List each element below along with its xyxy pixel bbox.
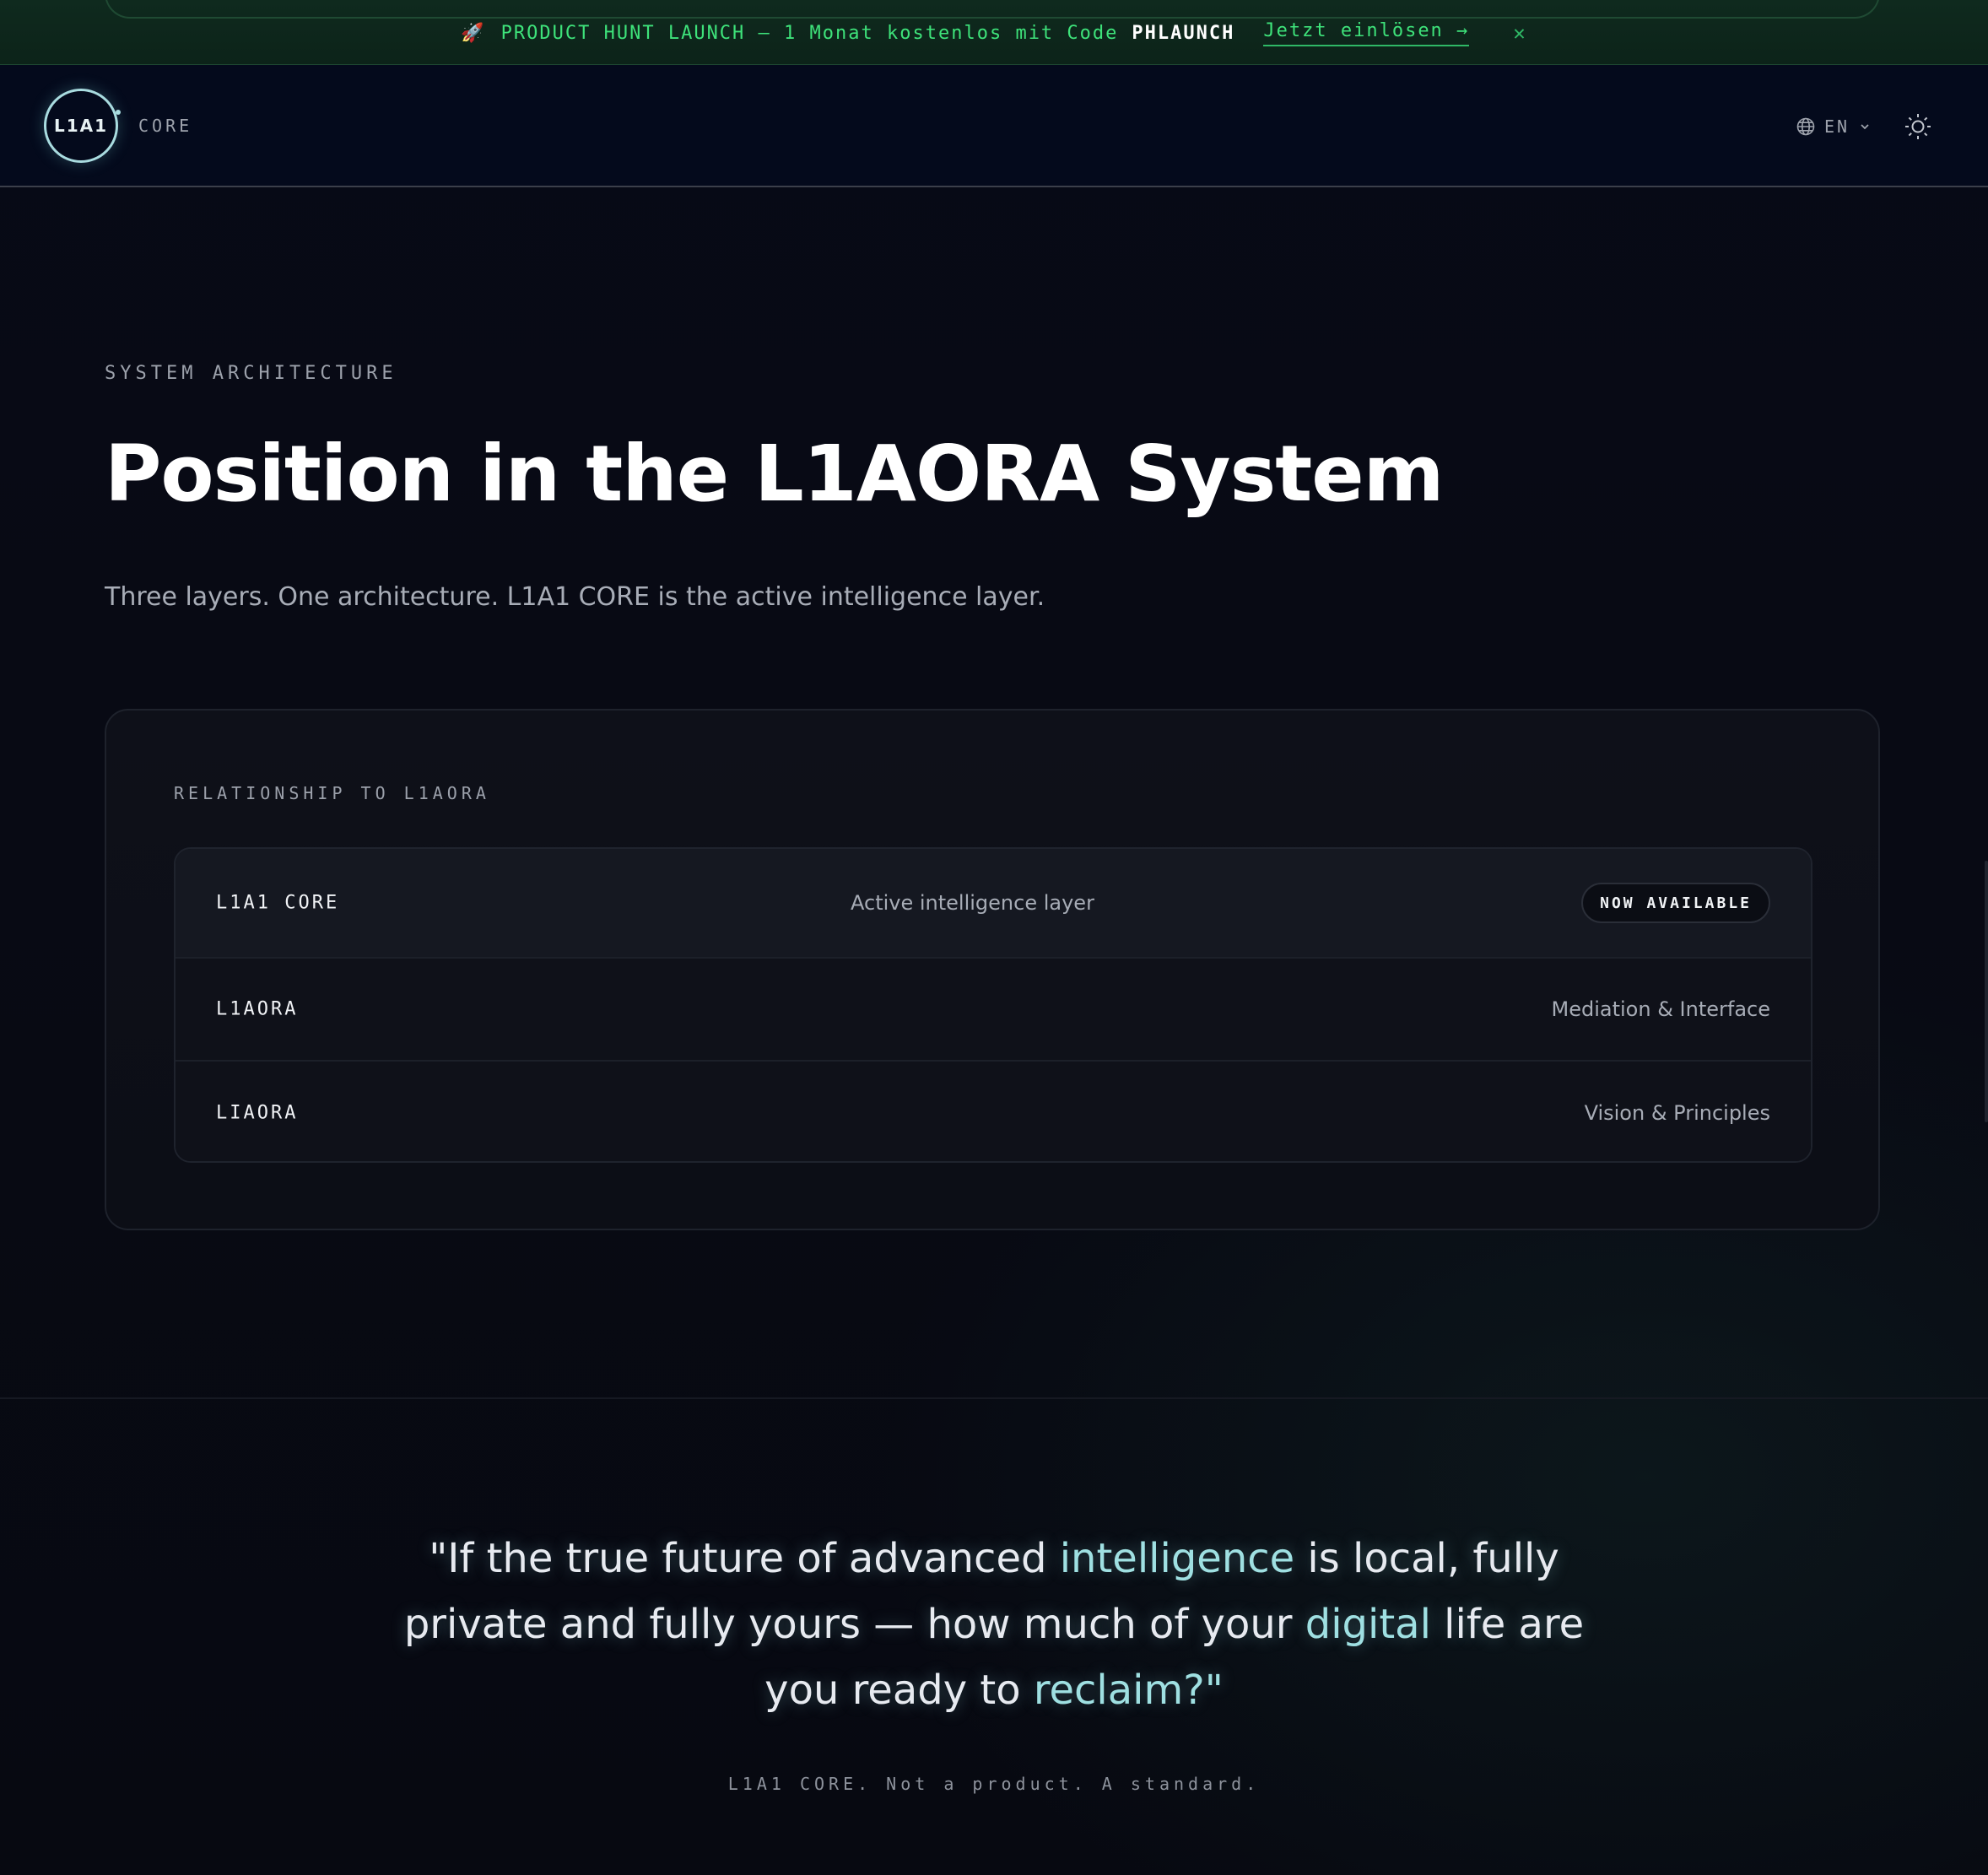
- promo-banner: 🚀 PRODUCT HUNT LAUNCH — 1 Monat kostenlo…: [0, 0, 1988, 65]
- language-label: EN: [1824, 116, 1850, 137]
- status-badge: NOW AVAILABLE: [1581, 883, 1770, 923]
- logo-dot: [116, 110, 121, 115]
- layer-description: Mediation & Interface: [1551, 997, 1770, 1021]
- table-row: LIAORA Vision & Principles: [176, 1062, 1811, 1161]
- site-header: L1A1 CORE EN: [0, 65, 1988, 187]
- section-divider: [0, 1397, 1988, 1399]
- relationship-card: RELATIONSHIP TO L1AORA L1A1 CORE Active …: [105, 709, 1880, 1230]
- card-label: RELATIONSHIP TO L1AORA: [174, 783, 490, 803]
- quote-highlight: intelligence: [1059, 1535, 1295, 1582]
- brand-subtitle: CORE: [138, 116, 193, 136]
- table-row: L1AORA Mediation & Interface: [176, 959, 1811, 1062]
- scrollbar[interactable]: [1985, 861, 1988, 1122]
- quote-highlight: reclaim?": [1033, 1667, 1224, 1714]
- section-eyebrow: SYSTEM ARCHITECTURE: [105, 363, 397, 384]
- promo-code: PHLAUNCH: [1132, 22, 1235, 44]
- section-subtitle: Three layers. One architecture. L1A1 COR…: [105, 582, 1045, 612]
- chevron-down-icon: [1861, 124, 1869, 130]
- logo[interactable]: L1A1: [44, 89, 121, 163]
- layer-name: L1A1 CORE: [216, 892, 340, 914]
- logo-text: L1A1: [53, 116, 109, 136]
- layer-name: LIAORA: [216, 1102, 299, 1124]
- layer-description: Vision & Principles: [1584, 1101, 1770, 1125]
- layer-description: Active intelligence layer: [851, 891, 1094, 915]
- page-title: Position in the L1AORA System: [105, 429, 1444, 519]
- layers-table: L1A1 CORE Active intelligence layer NOW …: [174, 847, 1812, 1163]
- promo-banner-edge: [105, 0, 1880, 19]
- promo-content: 🚀 PRODUCT HUNT LAUNCH — 1 Monat kostenlo…: [0, 19, 1988, 47]
- globe-icon: [1796, 117, 1815, 136]
- tagline: L1A1 CORE. Not a product. A standard.: [727, 1774, 1261, 1794]
- page: 🚀 PRODUCT HUNT LAUNCH — 1 Monat kostenlo…: [0, 0, 1988, 1875]
- quote-highlight: digital: [1305, 1601, 1431, 1648]
- table-row: L1A1 CORE Active intelligence layer NOW …: [176, 849, 1811, 959]
- language-selector[interactable]: EN: [1796, 114, 1872, 139]
- promo-redeem-link[interactable]: Jetzt einlösen →: [1263, 20, 1470, 46]
- close-icon[interactable]: ✕: [1513, 21, 1526, 45]
- quote-part: "If the true future of advanced: [429, 1535, 1060, 1582]
- rocket-icon: 🚀: [461, 22, 486, 44]
- layer-name: L1AORA: [216, 998, 299, 1020]
- manifesto-quote: "If the true future of advanced intellig…: [363, 1526, 1625, 1723]
- promo-text: PRODUCT HUNT LAUNCH — 1 Monat kostenlos …: [500, 22, 1119, 44]
- sun-icon[interactable]: [1904, 112, 1932, 141]
